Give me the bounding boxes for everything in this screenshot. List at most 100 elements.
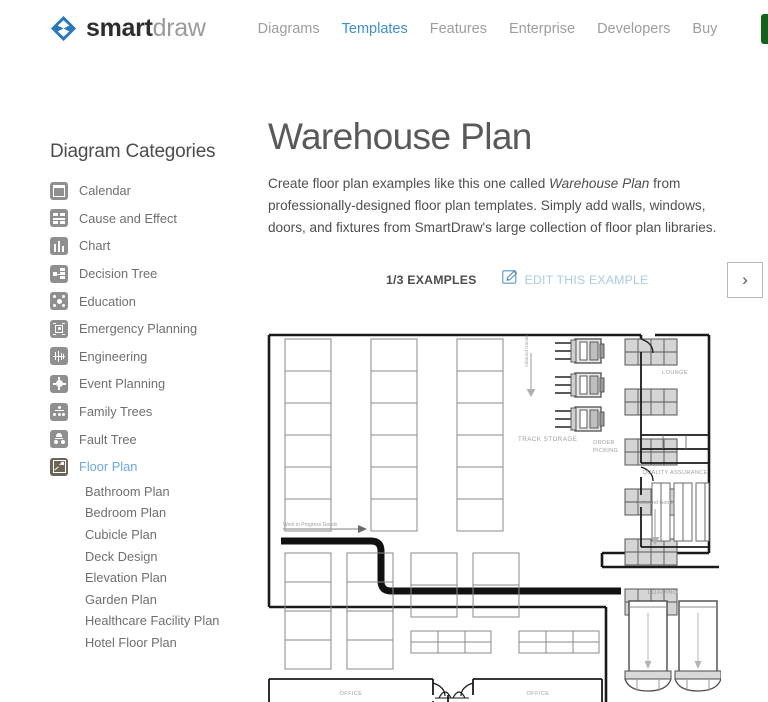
- sidebar-item-fault-tree[interactable]: Fault Tree: [50, 425, 255, 453]
- forklift: [555, 372, 605, 398]
- emergency-planning-icon: [50, 319, 68, 338]
- rack-columns-top: [284, 338, 504, 532]
- logo-wordmark: smartdraw: [86, 16, 206, 41]
- sidebar-subitem-deck-design[interactable]: Deck Design: [50, 545, 255, 567]
- rack-column: [456, 338, 504, 532]
- sidebar-subitem-elevation-plan[interactable]: Elevation Plan: [50, 567, 255, 589]
- sidebar-item-label: Event Planning: [79, 376, 166, 392]
- nav-item-buy[interactable]: Buy: [692, 21, 717, 37]
- site-header: smartdraw Diagrams Templates Features En…: [0, 0, 768, 57]
- label-order-picking-line2: PICKING: [593, 448, 618, 454]
- warehouse-floorplan[interactable]: Inbound Goods TRACK STORAGE ORDER PICKIN…: [263, 317, 763, 702]
- nav-item-enterprise[interactable]: Enterprise: [509, 21, 575, 37]
- pallet-block: [624, 438, 678, 466]
- conveyor-line: [281, 537, 621, 595]
- low-shelf-units: [410, 630, 600, 654]
- sidebar-subitem-hotel-floor-plan[interactable]: Hotel Floor Plan: [50, 632, 255, 654]
- sidebar-item-family-trees[interactable]: Family Trees: [50, 398, 255, 426]
- examples-counter: 1/3 EXAMPLES: [386, 272, 477, 287]
- edit-this-example-label: EDIT THIS EXAMPLE: [524, 272, 649, 287]
- sidebar-item-chart[interactable]: Chart: [50, 232, 255, 260]
- education-icon: [50, 292, 68, 311]
- forklift: [555, 338, 605, 364]
- sidebar-subitem-label: Bathroom Plan: [85, 483, 170, 499]
- rack-column: [370, 338, 418, 532]
- floorplan-svg: Inbound Goods TRACK STORAGE ORDER PICKIN…: [267, 333, 721, 702]
- sidebar-item-cause-and-effect[interactable]: Cause and Effect: [50, 205, 255, 233]
- logo-text-draw: draw: [152, 14, 206, 42]
- sidebar-subitem-cubicle-plan[interactable]: Cubicle Plan: [50, 524, 255, 546]
- sidebar-subitem-bedroom-plan[interactable]: Bedroom Plan: [50, 502, 255, 524]
- label-office-right: OFFICE: [527, 691, 550, 697]
- decision-tree-icon: [50, 264, 68, 283]
- label-order-picking-line1: ORDER: [593, 440, 615, 446]
- try-it-now-button[interactable]: Try it Now: [761, 13, 768, 44]
- label-outbound-goods: Outbound Goods: [635, 500, 675, 506]
- page-title: Warehouse Plan: [268, 116, 532, 157]
- pallet-block: [624, 388, 678, 416]
- chart-icon: [50, 236, 68, 255]
- family-trees-icon: [50, 402, 68, 421]
- smartdraw-logo[interactable]: smartdraw: [50, 15, 206, 42]
- nav-item-developers[interactable]: Developers: [597, 21, 670, 37]
- description-part1: Create floor plan examples like this one…: [268, 175, 550, 191]
- double-doors: [435, 691, 469, 699]
- nav-item-features[interactable]: Features: [430, 21, 487, 37]
- sidebar-item-decision-tree[interactable]: Decision Tree: [50, 260, 255, 288]
- sidebar-item-event-planning[interactable]: Event Planning: [50, 370, 255, 398]
- sidebar-item-label: Calendar: [79, 183, 131, 199]
- sidebar-item-label: Decision Tree: [79, 266, 158, 282]
- sidebar-item-label: Engineering: [79, 348, 148, 364]
- sidebar-subitem-bathroom-plan[interactable]: Bathroom Plan: [50, 481, 255, 503]
- nav-item-templates[interactable]: Templates: [342, 21, 408, 37]
- label-loading: LOADING: [648, 590, 679, 596]
- sidebar-item-label: Cause and Effect: [79, 210, 177, 226]
- label-quality-assurance: QUALITY ASSURANCE: [643, 470, 708, 476]
- sidebar-subitem-healthcare-facility-plan[interactable]: Healthcare Facility Plan: [50, 610, 255, 632]
- page-description: Create floor plan examples like this one…: [268, 173, 738, 239]
- sidebar-item-education[interactable]: Education: [50, 287, 255, 315]
- edit-this-example-link[interactable]: EDIT THIS EXAMPLE: [501, 269, 649, 290]
- sidebar-item-emergency-planning[interactable]: Emergency Planning: [50, 315, 255, 343]
- pallet-block: [624, 338, 678, 366]
- sidebar-item-floor-plan[interactable]: Floor Plan: [50, 453, 255, 481]
- next-example-button[interactable]: ›: [727, 261, 763, 298]
- sidebar-item-label: Floor Plan: [79, 459, 138, 475]
- sidebar: Diagram Categories Calendar Cause and Ef…: [50, 57, 255, 702]
- office-rooms: [268, 677, 603, 702]
- qa-fixtures: [651, 482, 710, 542]
- sidebar-item-label: Education: [79, 293, 136, 309]
- forklift: [555, 406, 605, 432]
- label-lounge: LOUNGE: [662, 370, 688, 376]
- loading-bay: [624, 600, 672, 692]
- forklift-group: [555, 338, 605, 432]
- sidebar-item-label: Chart: [79, 238, 111, 254]
- pencil-edit-icon: [501, 269, 518, 290]
- loading-bay: [674, 600, 721, 692]
- main-navigation: Diagrams Templates Features Enterprise D…: [258, 13, 768, 44]
- sidebar-subitem-label: Bedroom Plan: [85, 505, 167, 521]
- door-swing-office-left: [432, 682, 446, 696]
- pallet-blocks: [624, 338, 678, 616]
- sidebar-title: Diagram Categories: [50, 141, 216, 162]
- cause-effect-icon: [50, 209, 68, 228]
- smartdraw-diamond-logo-icon: [50, 15, 77, 42]
- sidebar-item-calendar[interactable]: Calendar: [50, 177, 255, 205]
- sidebar-item-label: Family Trees: [79, 404, 153, 420]
- logo-text-smart: smart: [86, 14, 153, 42]
- sidebar-item-engineering[interactable]: Engineering: [50, 343, 255, 371]
- sidebar-item-label: Emergency Planning: [79, 321, 198, 337]
- sidebar-subitem-label: Hotel Floor Plan: [85, 634, 177, 650]
- event-planning-icon: [50, 374, 68, 393]
- sidebar-item-label: Fault Tree: [79, 431, 137, 447]
- sidebar-subitem-label: Elevation Plan: [85, 570, 167, 586]
- sidebar-subitem-garden-plan[interactable]: Garden Plan: [50, 589, 255, 611]
- label-inbound-goods: Inbound Goods: [524, 334, 529, 366]
- sidebar-subitem-label: Deck Design: [85, 548, 158, 564]
- fault-tree-icon: [50, 430, 68, 449]
- nav-item-diagrams[interactable]: Diagrams: [258, 21, 320, 37]
- engineering-icon: [50, 347, 68, 366]
- label-track-storage: TRACK STORAGE: [518, 436, 577, 443]
- description-emphasis: Warehouse Plan: [549, 175, 650, 191]
- rack-column: [284, 552, 332, 670]
